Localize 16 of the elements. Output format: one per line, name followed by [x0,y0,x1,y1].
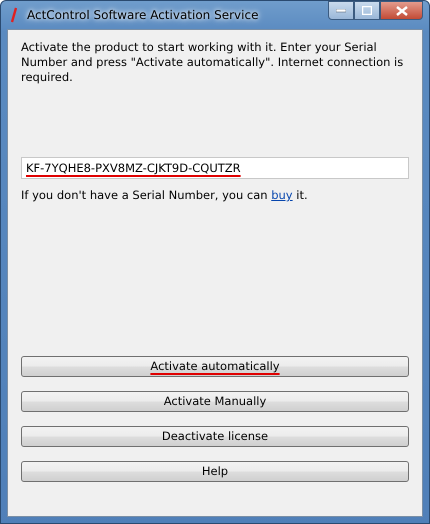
action-button[interactable]: Activate automatically [21,356,409,377]
close-button[interactable] [380,1,423,20]
close-icon [396,6,408,16]
maximize-button[interactable] [354,1,380,20]
window-title: ActControl Software Activation Service [27,7,258,24]
action-button[interactable]: Help [21,461,409,482]
action-button[interactable]: Deactivate license [21,426,409,447]
app-logo-icon [11,7,17,23]
minimize-icon [336,8,346,12]
maximize-icon [362,6,372,15]
action-button[interactable]: Activate Manually [21,391,409,412]
instructions-text: Activate the product to start working with it. Enter your Serial Number and press "Activate automatically". Internet connection is required. [21,40,404,85]
serial-number-field[interactable]: KF-7YQHE8-PXV8MZ-CJKT9D-CQUTZR [21,157,409,179]
help-text: If you don't have a Serial Number, you can buy it. [21,187,309,204]
buy-link[interactable]: buy [271,188,293,202]
minimize-button[interactable] [328,1,354,20]
